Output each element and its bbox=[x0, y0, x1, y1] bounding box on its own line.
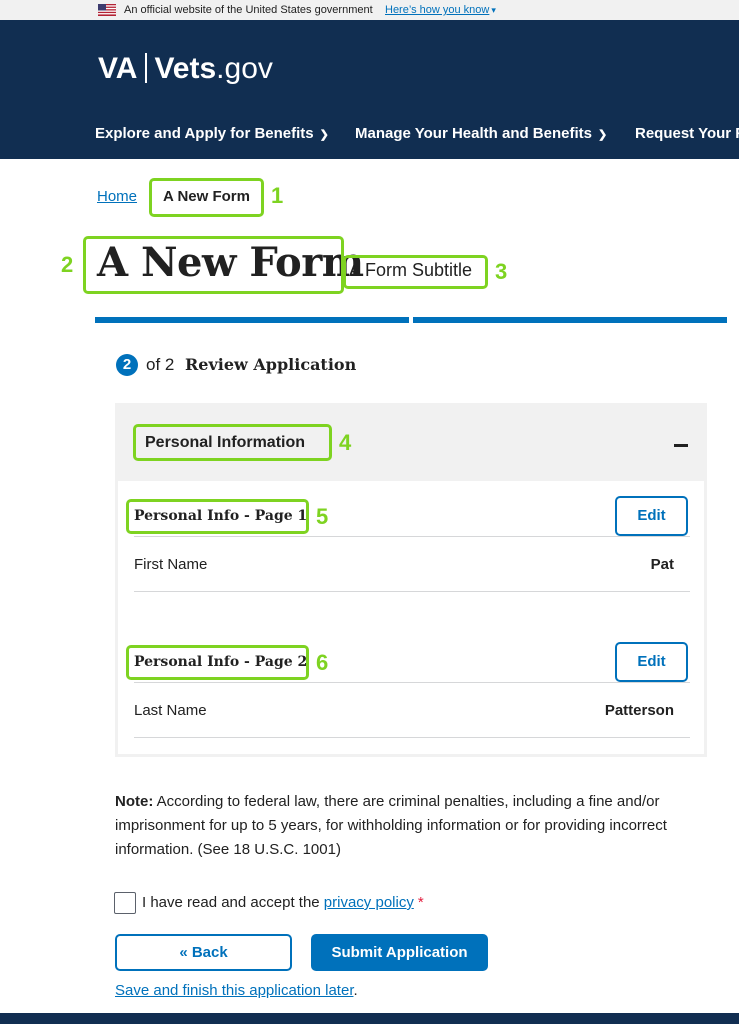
consent-label: I have read and accept the privacy polic… bbox=[142, 892, 424, 914]
chevron-down-icon: ▾ bbox=[491, 5, 496, 15]
annotation-box bbox=[126, 645, 309, 680]
annotation-box bbox=[83, 236, 344, 294]
site-header: VA Vets.gov Explore and Apply for Benefit… bbox=[0, 20, 739, 159]
step-title: Review Application bbox=[185, 355, 357, 374]
privacy-policy-link[interactable]: privacy policy bbox=[324, 894, 414, 911]
nav-item-label: Manage Your Health and Benefits bbox=[355, 125, 592, 142]
site-logo[interactable]: VA Vets.gov bbox=[98, 51, 273, 87]
annotation-number: 2 bbox=[61, 252, 74, 277]
edit-page-1-button[interactable]: Edit bbox=[615, 496, 688, 536]
chevron-down-icon: ❯ bbox=[598, 129, 608, 141]
step-number-badge: 2 bbox=[116, 354, 138, 376]
save-later-link[interactable]: Save and finish this application later bbox=[115, 982, 353, 999]
progress-segment-2 bbox=[413, 317, 727, 323]
logo-va: VA bbox=[98, 52, 138, 85]
divider bbox=[134, 591, 690, 592]
how-you-know-link[interactable]: Here’s how you know ▾ bbox=[385, 0, 496, 20]
gov-banner-text: An official website of the United States… bbox=[124, 4, 373, 16]
field-label-last-name: Last Name bbox=[134, 702, 207, 719]
nav-request-records[interactable]: Request Your R bbox=[635, 125, 739, 142]
annotation-number: 6 bbox=[316, 650, 329, 675]
nav-explore-apply-benefits[interactable]: Explore and Apply for Benefits ❯ bbox=[95, 125, 329, 142]
gov-banner: An official website of the United States… bbox=[0, 0, 739, 20]
privacy-policy-checkbox[interactable] bbox=[114, 892, 136, 914]
divider bbox=[134, 536, 690, 537]
logo-gov: .gov bbox=[216, 52, 273, 85]
save-later-suffix: . bbox=[353, 982, 358, 999]
field-value-first-name: Pat bbox=[650, 556, 674, 573]
how-you-know-label: Here’s how you know bbox=[385, 4, 490, 16]
field-label-first-name: First Name bbox=[134, 556, 208, 573]
divider bbox=[134, 682, 690, 683]
breadcrumb-home-link[interactable]: Home bbox=[97, 188, 137, 205]
back-button[interactable]: « Back bbox=[115, 934, 292, 971]
us-flag-icon bbox=[98, 4, 116, 16]
field-value-last-name: Patterson bbox=[604, 702, 674, 719]
footer-bar bbox=[0, 1013, 739, 1024]
annotation-box bbox=[133, 424, 332, 461]
annotation-box bbox=[343, 255, 488, 289]
chevron-down-icon: ❯ bbox=[319, 129, 329, 141]
note-label: Note: bbox=[115, 793, 154, 810]
submit-application-button[interactable]: Submit Application bbox=[311, 934, 488, 971]
collapse-minus-icon[interactable] bbox=[674, 444, 688, 447]
note-text: According to federal law, there are crim… bbox=[115, 793, 667, 858]
annotation-box bbox=[149, 178, 264, 217]
divider bbox=[134, 737, 690, 738]
nav-item-label: Request Your R bbox=[635, 125, 739, 142]
logo-divider bbox=[145, 53, 148, 83]
save-later: Save and finish this application later. bbox=[115, 981, 358, 1001]
legal-note: Note: According to federal law, there ar… bbox=[115, 790, 705, 862]
annotation-number: 3 bbox=[495, 259, 508, 284]
progress-segment-1 bbox=[95, 317, 409, 323]
nav-manage-health-benefits[interactable]: Manage Your Health and Benefits ❯ bbox=[355, 125, 607, 142]
annotation-number: 1 bbox=[271, 183, 284, 208]
logo-vets: Vets bbox=[154, 52, 217, 85]
annotation-box bbox=[126, 499, 309, 534]
required-mark: * bbox=[417, 894, 424, 911]
annotation-number: 4 bbox=[339, 430, 352, 455]
nav-item-label: Explore and Apply for Benefits bbox=[95, 125, 314, 142]
edit-page-2-button[interactable]: Edit bbox=[615, 642, 688, 682]
consent-text: I have read and accept the bbox=[142, 894, 324, 911]
step-of-total: of 2 bbox=[146, 355, 175, 374]
annotation-number: 5 bbox=[316, 504, 329, 529]
